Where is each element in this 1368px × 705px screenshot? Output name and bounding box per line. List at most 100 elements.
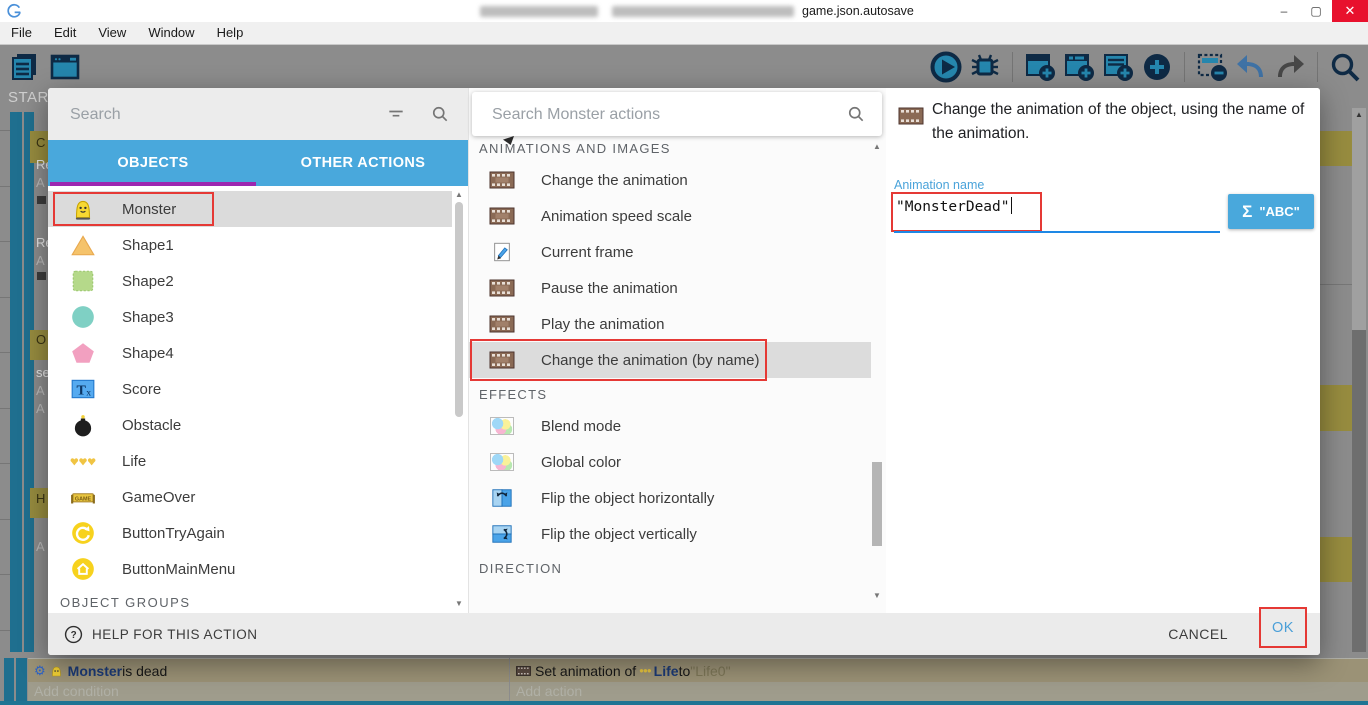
menu-edit[interactable]: Edit <box>43 22 87 44</box>
event-indent-bar <box>16 658 27 701</box>
action-item[interactable]: Flip the object horizontally <box>469 480 871 516</box>
frame-pen-icon <box>489 241 515 263</box>
actions-search-input[interactable] <box>490 101 814 129</box>
event-indent-bar <box>4 658 14 701</box>
object-item-shape1[interactable]: Shape1 <box>48 227 452 263</box>
object-item-gameover[interactable]: GAME GameOver <box>48 479 452 515</box>
debug-icon[interactable] <box>968 50 1002 84</box>
condition-text: ⚙ Monster is dead <box>28 659 509 682</box>
object-item-score[interactable]: TxScore <box>48 371 452 407</box>
monster-icon <box>70 196 96 222</box>
square-icon <box>70 268 96 294</box>
search-icon[interactable] <box>430 104 450 124</box>
scroll-up-icon[interactable]: ▲ <box>452 190 466 199</box>
event-sheet-scrollbar[interactable]: ▲ <box>1352 108 1366 652</box>
toolbar-left <box>8 50 82 84</box>
play-icon[interactable] <box>929 50 963 84</box>
actions-list: ANIMATIONS AND IMAGESChange the animatio… <box>469 132 871 582</box>
object-item-buttonmainmenu[interactable]: ButtonMainMenu <box>48 551 452 587</box>
toolbar-divider <box>1012 52 1013 82</box>
action-item[interactable]: Pause the animation <box>469 270 871 306</box>
minimize-button[interactable]: – <box>1268 0 1300 22</box>
ok-button[interactable]: OK <box>1272 620 1294 636</box>
action-item[interactable]: Current frame <box>469 234 871 270</box>
scroll-up-icon[interactable]: ▲ <box>1352 110 1366 119</box>
scene-editor-icon[interactable] <box>48 50 82 84</box>
add-event-icon[interactable] <box>1023 50 1057 84</box>
object-label: Shape4 <box>122 345 174 362</box>
help-button[interactable]: ? HELP FOR THIS ACTION <box>64 613 258 655</box>
add-subevent-icon[interactable] <box>1062 50 1096 84</box>
action-item[interactable]: Global color <box>469 444 871 480</box>
objects-scrollbar[interactable]: ▲ ▼ <box>452 188 466 608</box>
add-action-link[interactable]: Add action <box>510 682 1368 701</box>
object-label: GameOver <box>122 489 195 506</box>
object-item-obstacle[interactable]: Obstacle <box>48 407 452 443</box>
scrollbar-thumb[interactable] <box>1352 330 1366 652</box>
film-icon <box>489 277 515 299</box>
object-label: Life <box>122 453 146 470</box>
object-groups-header: OBJECT GROUPS <box>60 595 191 610</box>
undo-icon[interactable] <box>1234 50 1268 84</box>
search-toolbar-icon[interactable] <box>1328 50 1362 84</box>
animation-name-input[interactable]: "MonsterDead" <box>896 197 1012 215</box>
blend-icon <box>489 415 515 437</box>
object-item-life[interactable]: Life <box>48 443 452 479</box>
action-label: Pause the animation <box>541 280 678 297</box>
expression-editor-button[interactable]: Σ "ABC" <box>1228 194 1314 229</box>
action-item[interactable]: Blend mode <box>469 408 871 444</box>
project-manager-icon[interactable] <box>8 50 42 84</box>
actions-scrollbar[interactable]: ▲ ▼ <box>870 140 884 600</box>
banner-icon: GAME <box>70 484 96 510</box>
event-tick <box>0 463 10 464</box>
add-comment-icon[interactable] <box>1101 50 1135 84</box>
menu-help[interactable]: Help <box>206 22 255 44</box>
scroll-down-icon[interactable]: ▼ <box>870 591 884 600</box>
toolbar-right <box>929 50 1362 84</box>
scrollbar-thumb[interactable] <box>872 462 882 546</box>
object-item-shape4[interactable]: Shape4 <box>48 335 452 371</box>
object-item-shape3[interactable]: Shape3 <box>48 299 452 335</box>
action-description: Change the animation of the object, usin… <box>932 98 1318 146</box>
action-item[interactable]: Animation speed scale <box>469 198 871 234</box>
delete-event-icon[interactable] <box>1195 50 1229 84</box>
action-cell[interactable]: Set animation of ●●● Life to "Life0" Add… <box>510 658 1368 701</box>
redo-icon[interactable] <box>1273 50 1307 84</box>
dialog-footer: ? HELP FOR THIS ACTION CANCEL OK <box>48 613 1320 655</box>
bomb-icon <box>70 412 96 438</box>
add-condition-link[interactable]: Add condition <box>28 682 509 701</box>
tab-other-actions[interactable]: OTHER ACTIONS <box>258 140 468 186</box>
menu-view[interactable]: View <box>87 22 137 44</box>
tab-bar: OBJECTS OTHER ACTIONS <box>48 140 468 186</box>
action-label: Current frame <box>541 244 634 261</box>
scroll-down-icon[interactable]: ▼ <box>452 599 466 608</box>
action-item[interactable]: Play the animation <box>469 306 871 342</box>
scroll-up-icon[interactable]: ▲ <box>870 142 884 151</box>
condition-cell[interactable]: ⚙ Monster is dead Add condition <box>28 658 509 701</box>
maximize-button[interactable]: ▢ <box>1300 0 1332 22</box>
action-item[interactable]: Change the animation (by name) <box>469 342 871 378</box>
menu-file[interactable]: File <box>0 22 43 44</box>
window-title: game.json.autosave <box>480 0 914 22</box>
event-text-fragment: C <box>36 136 45 150</box>
hearts-icon <box>70 448 96 474</box>
add-circle-icon[interactable] <box>1140 50 1174 84</box>
highlighted-event-fragment <box>1320 537 1352 582</box>
filter-icon[interactable] <box>386 104 406 124</box>
menu-window[interactable]: Window <box>137 22 205 44</box>
menu-bar: FileEditViewWindowHelp <box>0 22 1368 45</box>
cancel-button[interactable]: CANCEL <box>1168 626 1228 642</box>
scrollbar-thumb[interactable] <box>455 202 463 417</box>
objects-search-input[interactable] <box>68 101 342 129</box>
pentagon-icon <box>70 340 96 366</box>
object-item-shape2[interactable]: Shape2 <box>48 263 452 299</box>
tab-objects[interactable]: OBJECTS <box>48 140 258 186</box>
object-item-monster[interactable]: Monster <box>48 191 452 227</box>
window-title-text: game.json.autosave <box>802 4 914 18</box>
action-item[interactable]: Change the animation <box>469 162 871 198</box>
event-icon-fragment <box>37 196 46 204</box>
close-button[interactable]: ✕ <box>1332 0 1368 22</box>
action-item[interactable]: Flip the object vertically <box>469 516 871 552</box>
object-item-buttontryagain[interactable]: ButtonTryAgain <box>48 515 452 551</box>
search-icon[interactable] <box>846 104 866 124</box>
